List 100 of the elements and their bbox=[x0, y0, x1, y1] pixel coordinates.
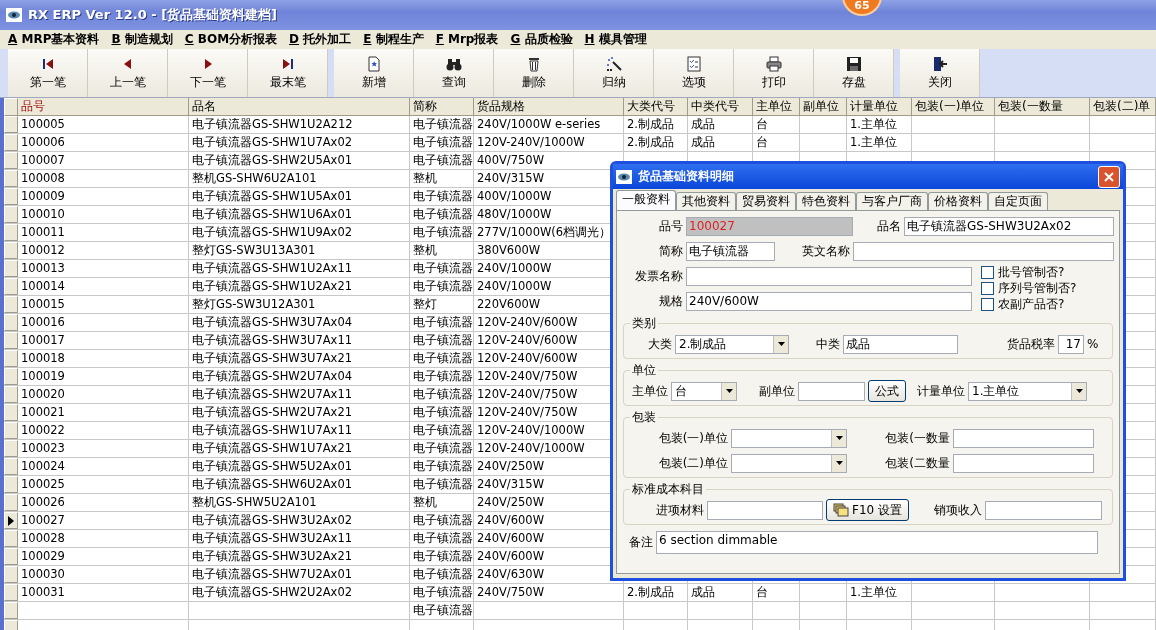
table-cell-text: 整机 bbox=[412, 170, 438, 187]
table-cell-text: 电子镇流器 bbox=[412, 188, 474, 205]
menu-item[interactable]: D 托外加工 bbox=[289, 31, 352, 48]
field-label: 备注 bbox=[628, 534, 653, 551]
column-header[interactable]: 主单位 bbox=[753, 98, 800, 116]
toolbar-button[interactable]: 选项 bbox=[654, 49, 734, 97]
toolbar-button[interactable]: 删除 bbox=[494, 49, 574, 97]
table-cell-text: 240V/600W bbox=[476, 512, 545, 529]
table-cell-text: 电子镇流器GS-SHW1U2Ax21 bbox=[191, 278, 354, 295]
column-header[interactable]: 包装(一)单位 bbox=[912, 98, 995, 116]
field-label: 大类 bbox=[647, 335, 672, 353]
table-cell-text: 电子镇流器 bbox=[412, 116, 474, 133]
tab[interactable]: 一般资料 bbox=[616, 190, 676, 210]
column-header[interactable]: 包装(二)单 bbox=[1090, 98, 1156, 116]
table-cell-text: 电子镇流器 bbox=[412, 152, 474, 169]
toolbar-button[interactable]: 查询 bbox=[414, 49, 494, 97]
menu-item[interactable]: C BOM分析报表 bbox=[184, 31, 278, 48]
table-cell-text: 100008 bbox=[20, 170, 66, 187]
table-cell-text: 240V/250W bbox=[476, 458, 545, 475]
table-cell-text: 成品 bbox=[690, 116, 716, 133]
input-field[interactable]: 6 section dimmable bbox=[656, 531, 1098, 554]
percent-unit: % bbox=[1087, 337, 1099, 351]
menu-item[interactable]: H 模具管理 bbox=[584, 31, 647, 48]
toolbar-button[interactable]: 下一笔 bbox=[168, 49, 248, 97]
field-label: 规格 bbox=[658, 292, 683, 310]
formula-button[interactable]: 公式 bbox=[868, 380, 906, 402]
column-header[interactable]: 中类代号 bbox=[688, 98, 753, 116]
input-field[interactable]: 240V/600W bbox=[686, 291, 972, 311]
table-cell-text: 100026 bbox=[20, 494, 66, 511]
column-header[interactable]: 副单位 bbox=[800, 98, 847, 116]
table-cell-text: 整灯GS-SW3U12A301 bbox=[191, 296, 317, 313]
table-cell-text: 电子镇流器 bbox=[412, 134, 474, 151]
dropdown-field[interactable]: 2.制成品 bbox=[675, 334, 789, 354]
table-cell-text: 2.制成品 bbox=[626, 116, 675, 133]
column-header[interactable]: 简称 bbox=[410, 98, 474, 116]
table-cell-text: 100017 bbox=[20, 332, 66, 349]
table-cell-text: 电子镇流器GS-SHW3U2Ax21 bbox=[191, 548, 354, 565]
table-cell-text: 100005 bbox=[20, 116, 66, 133]
toolbar-button[interactable]: 最末笔 bbox=[248, 49, 328, 97]
table-cell-text: 电子镇流器 bbox=[412, 368, 474, 385]
menu-item[interactable]: F Mrp报表 bbox=[435, 31, 499, 48]
tab[interactable]: 价格资料 bbox=[928, 192, 988, 210]
table-cell-text: 400V/1000W bbox=[476, 188, 553, 205]
tab[interactable]: 自定页面 bbox=[988, 192, 1048, 210]
tab[interactable]: 与客户厂商 bbox=[856, 192, 928, 210]
toolbar-button[interactable]: 打印 bbox=[734, 49, 814, 97]
toolbar-button[interactable]: 存盘 bbox=[814, 49, 894, 97]
input-field[interactable]: 电子镇流器 bbox=[686, 241, 775, 261]
toolbar-button[interactable]: 归纳 bbox=[574, 49, 654, 97]
table-cell-text: 电子镇流器 bbox=[412, 206, 474, 223]
menu-item[interactable]: E 制程生产 bbox=[363, 31, 424, 48]
column-header[interactable]: 品名 bbox=[189, 98, 410, 116]
input-field[interactable]: 电子镇流器GS-SHW3U2Ax02 bbox=[904, 216, 1114, 236]
column-header[interactable]: 货品规格 bbox=[474, 98, 624, 116]
menu-item[interactable]: G 品质检验 bbox=[510, 31, 573, 48]
table-cell-text: 电子镇流器 bbox=[412, 566, 474, 583]
field-label: 进项材料 bbox=[655, 501, 704, 519]
table-cell-text: 120V-240V/1000W bbox=[476, 440, 586, 457]
toolbar-button[interactable]: 关闭 bbox=[900, 49, 980, 97]
table-cell-text: 100029 bbox=[20, 548, 66, 565]
table-cell-text: 100030 bbox=[20, 566, 66, 583]
settings-button[interactable]: F10 设置 bbox=[826, 499, 909, 521]
menu-item[interactable]: B 制造规划 bbox=[111, 31, 173, 48]
column-header[interactable]: 计量单位 bbox=[847, 98, 912, 116]
column-header[interactable]: 包装(一数量 bbox=[995, 98, 1090, 116]
table-cell-text: 电子镇流器GS-SHW2U7Ax04 bbox=[191, 368, 354, 385]
table-cell-text: 100015 bbox=[20, 296, 66, 313]
table-cell-text: 100031 bbox=[20, 584, 66, 601]
table-cell-text: 120V-240V/750W bbox=[476, 386, 579, 403]
table-cell-text: 240V/630W bbox=[476, 566, 545, 583]
table-cell-text: 电子镇流器GS-SHW3U7Ax04 bbox=[191, 314, 354, 331]
table-cell-text: 整机 bbox=[412, 494, 438, 511]
table-cell-text: 整机 bbox=[412, 242, 438, 259]
tab[interactable]: 特色资料 bbox=[796, 192, 856, 210]
dropdown-field[interactable]: 台 bbox=[671, 381, 737, 401]
column-header[interactable]: 品号 bbox=[18, 98, 189, 116]
table-cell-text: 220V600W bbox=[476, 296, 542, 313]
table-cell-text: 100020 bbox=[20, 386, 66, 403]
input-field[interactable]: 成品 bbox=[843, 334, 958, 354]
toolbar-button[interactable]: 第一笔 bbox=[8, 49, 88, 97]
dropdown-field[interactable]: 1.主单位 bbox=[968, 381, 1087, 401]
table-cell-text: 电子镇流器 bbox=[412, 404, 474, 421]
field-label: 主单位 bbox=[631, 382, 668, 400]
tab[interactable]: 其他资料 bbox=[676, 192, 736, 210]
table-cell-text: 电子镇流器GS-SHW1U6Ax01 bbox=[191, 206, 354, 223]
tab[interactable]: 贸易资料 bbox=[736, 192, 796, 210]
toolbar-button[interactable]: 上一笔 bbox=[88, 49, 168, 97]
input-field[interactable]: 17 bbox=[1058, 334, 1084, 354]
group-title: 单位 bbox=[631, 362, 657, 379]
table-cell-text: 100010 bbox=[20, 206, 66, 223]
table-cell-text: 240V/600W bbox=[476, 548, 545, 565]
table-cell-text: 电子镇流器 bbox=[412, 476, 474, 493]
table-cell-text: 120V-240V/600W bbox=[476, 332, 579, 349]
table-cell-text: 电子镇流器GS-SHW1U7Ax21 bbox=[191, 440, 354, 457]
menu-item[interactable]: A MRP基本资料 bbox=[8, 31, 100, 48]
table-cell-text: 120V-240V/600W bbox=[476, 314, 579, 331]
table-cell-text: 240V/315W bbox=[476, 476, 545, 493]
toolbar-button[interactable]: 新增 bbox=[334, 49, 414, 97]
column-header[interactable]: 大类代号 bbox=[624, 98, 688, 116]
table-cell-text: 电子镇流器 bbox=[412, 314, 474, 331]
